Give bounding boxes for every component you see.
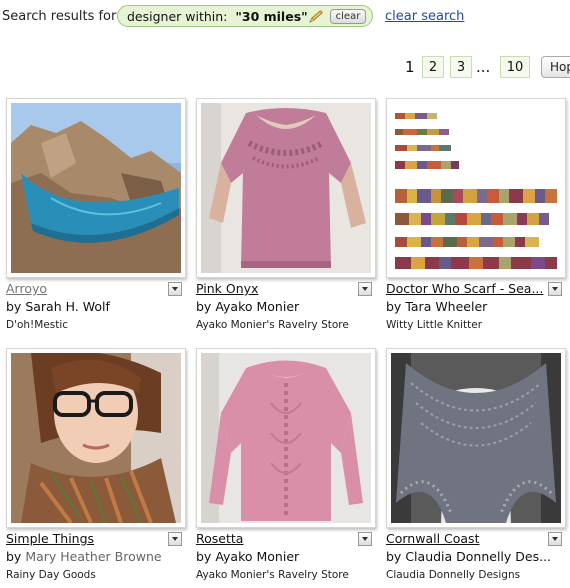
pattern-byline: by Sarah H. Wolf xyxy=(6,299,184,314)
filter-value: "30 miles" xyxy=(235,9,308,24)
pattern-photo xyxy=(201,103,371,273)
filter-prefix: designer within: xyxy=(127,9,228,24)
store-link[interactable]: Witty Little Knitter xyxy=(386,319,566,331)
store-link[interactable]: Claudia Donnelly Designs xyxy=(386,569,566,581)
by-label: by xyxy=(386,549,402,564)
page-link-3[interactable]: 3 xyxy=(450,56,472,78)
designer-distance-filter[interactable]: designer within: "30 miles" clear xyxy=(117,5,373,27)
pattern-byline: by Ayako Monier xyxy=(196,549,374,564)
by-label: by xyxy=(386,299,402,314)
pattern-menu-button[interactable] xyxy=(358,282,372,296)
pattern-byline: by Claudia Donnelly Des... xyxy=(386,549,564,564)
pattern-card: Pink Onyx by Ayako Monier Ayako Monier's… xyxy=(196,98,378,338)
store-link[interactable]: Rainy Day Goods xyxy=(6,569,186,581)
pattern-card: Simple Things by Mary Heather Browne Rai… xyxy=(6,348,188,588)
filter-text: designer within: "30 miles" xyxy=(127,9,308,24)
pattern-title-link[interactable]: Doctor Who Scarf - Sea... xyxy=(386,281,546,296)
store-link[interactable]: Ayako Monier's Ravelry Store xyxy=(196,319,376,331)
by-label: by xyxy=(6,299,22,314)
pattern-menu-button[interactable] xyxy=(168,532,182,546)
pattern-thumbnail[interactable] xyxy=(386,98,566,278)
page-link-2[interactable]: 2 xyxy=(422,56,444,78)
pattern-title-link[interactable]: Simple Things xyxy=(6,531,166,546)
by-label: by xyxy=(196,299,212,314)
pattern-byline: by Ayako Monier xyxy=(196,299,374,314)
hop-button[interactable]: Hop xyxy=(541,56,570,78)
pattern-photo xyxy=(11,353,181,523)
pattern-card: Cornwall Coast by Claudia Donnelly Des..… xyxy=(386,348,568,588)
designer-link[interactable]: Tara Wheeler xyxy=(405,299,487,314)
pattern-card: Doctor Who Scarf - Sea... by Tara Wheele… xyxy=(386,98,568,338)
current-page: 1 xyxy=(405,58,415,76)
designer-link[interactable]: Mary Heather Browne xyxy=(25,549,161,564)
pattern-menu-button[interactable] xyxy=(548,532,562,546)
pattern-thumbnail[interactable] xyxy=(6,98,186,278)
pattern-title-link[interactable]: Arroyo xyxy=(6,281,166,296)
by-label: by xyxy=(196,549,212,564)
search-summary-bar: Search results for designer within: "30 … xyxy=(0,4,570,28)
pattern-thumbnail[interactable] xyxy=(196,98,376,278)
designer-link[interactable]: Claudia Donnelly Des... xyxy=(405,549,551,564)
designer-link[interactable]: Ayako Monier xyxy=(215,299,299,314)
page-ellipsis: ... xyxy=(476,58,491,76)
pattern-menu-button[interactable] xyxy=(358,532,372,546)
designer-link[interactable]: Sarah H. Wolf xyxy=(25,299,110,314)
pattern-menu-button[interactable] xyxy=(548,282,562,296)
pattern-photo xyxy=(201,353,371,523)
pattern-title-link[interactable]: Rosetta xyxy=(196,531,356,546)
pattern-photo xyxy=(391,353,561,523)
store-link[interactable]: Ayako Monier's Ravelry Store xyxy=(196,569,376,581)
pattern-thumbnail[interactable] xyxy=(6,348,186,528)
pattern-byline: by Tara Wheeler xyxy=(386,299,564,314)
pattern-card: Arroyo by Sarah H. Wolf D'oh!Mestic xyxy=(6,98,188,338)
by-label: by xyxy=(6,549,22,564)
pattern-thumbnail[interactable] xyxy=(196,348,376,528)
pattern-title-link[interactable]: Cornwall Coast xyxy=(386,531,546,546)
page-link-last[interactable]: 10 xyxy=(500,56,530,78)
pattern-card: Rosetta by Ayako Monier Ayako Monier's R… xyxy=(196,348,378,588)
designer-link[interactable]: Ayako Monier xyxy=(215,549,299,564)
store-link[interactable]: D'oh!Mestic xyxy=(6,319,186,331)
pattern-photo xyxy=(11,103,181,273)
clear-filter-button[interactable]: clear xyxy=(330,9,366,24)
pattern-menu-button[interactable] xyxy=(168,282,182,296)
pattern-byline: by Mary Heather Browne xyxy=(6,549,184,564)
pattern-title-link[interactable]: Pink Onyx xyxy=(196,281,356,296)
pattern-photo xyxy=(391,103,561,273)
clear-search-link[interactable]: clear search xyxy=(385,9,464,24)
pencil-icon[interactable] xyxy=(308,10,324,24)
search-results-label: Search results for xyxy=(2,9,117,24)
pagination: 1 2 3 ... 10 Hop xyxy=(0,56,570,82)
pattern-thumbnail[interactable] xyxy=(386,348,566,528)
